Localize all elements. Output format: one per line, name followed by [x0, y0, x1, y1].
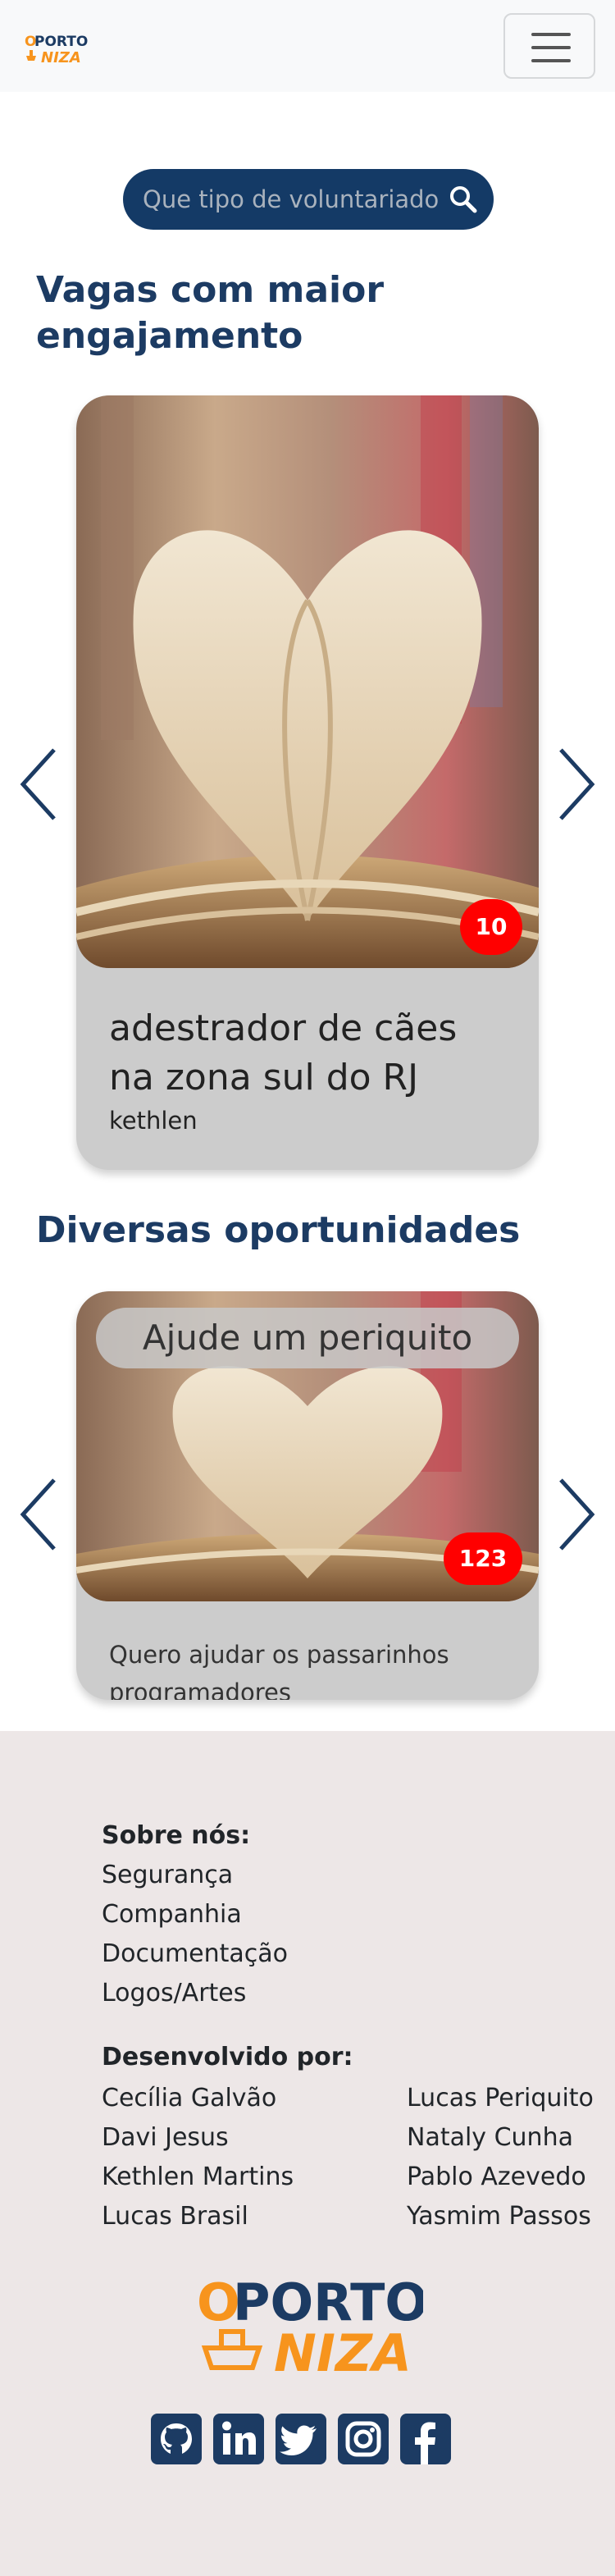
instagram-icon[interactable] — [338, 2414, 389, 2464]
developer-name: Davi Jesus — [102, 2123, 229, 2152]
search-input[interactable] — [143, 169, 446, 230]
opportunity-card[interactable]: 10 adestrador de cães na zona sul do RJ … — [76, 395, 539, 1170]
twitter-icon[interactable] — [276, 2414, 326, 2464]
footer-link[interactable]: Documentação — [102, 1939, 288, 1969]
opportunity-card[interactable]: Ajude um periquito 123 Quero ajudar os p… — [76, 1291, 539, 1700]
carousel-prev-icon[interactable] — [16, 743, 62, 825]
search-icon[interactable] — [448, 184, 479, 215]
about-heading: Sobre nós: — [102, 1821, 251, 1850]
engagement-section-title: Vagas com maior engajamento — [36, 269, 385, 357]
footer-link[interactable]: Logos/Artes — [102, 1979, 246, 2008]
search-bar — [123, 169, 494, 230]
footer-logo: O PORTO NIZA — [194, 2269, 428, 2383]
opportunity-count-badge: 123 — [444, 1532, 522, 1585]
brand-logo[interactable]: O PORTO NIZA — [23, 31, 100, 66]
carousel-prev-icon[interactable] — [16, 1473, 62, 1555]
hamburger-menu-icon — [531, 33, 571, 36]
carousel-next-icon[interactable] — [553, 743, 599, 825]
card-author: kethlen — [109, 1107, 198, 1135]
card-image — [76, 395, 539, 968]
linkedin-icon[interactable] — [213, 2414, 264, 2464]
github-icon[interactable] — [151, 2414, 202, 2464]
footer-link[interactable]: Companhia — [102, 1900, 242, 1930]
navbar: O PORTO NIZA — [0, 0, 615, 92]
developer-name: Cecília Galvão — [102, 2084, 277, 2112]
developer-name: Yasmim Passos — [407, 2202, 591, 2231]
svg-text:PORTO: PORTO — [34, 34, 88, 50]
developer-name: Lucas Periquito — [407, 2084, 594, 2112]
developer-name: Kethlen Martins — [102, 2163, 294, 2191]
card-title: adestrador de cães na zona sul do RJ — [109, 1007, 458, 1098]
facebook-icon[interactable] — [400, 2414, 451, 2464]
developers-heading: Desenvolvido por: — [102, 2043, 353, 2071]
card-description: Quero ajudar os passarinhos programadore… — [109, 1641, 449, 1700]
developer-name: Nataly Cunha — [407, 2123, 573, 2152]
svg-text:NIZA: NIZA — [41, 49, 81, 66]
menu-toggle-button[interactable] — [503, 13, 595, 79]
engagement-count-badge: 10 — [460, 899, 522, 955]
carousel-next-icon[interactable] — [553, 1473, 599, 1555]
footer-link[interactable]: Segurança — [102, 1861, 233, 1890]
card-title: Ajude um periquito — [142, 1318, 473, 1358]
opportunities-section-title: Diversas oportunidades — [36, 1209, 521, 1251]
svg-text:NIZA: NIZA — [274, 2323, 412, 2376]
developer-name: Lucas Brasil — [102, 2202, 248, 2231]
developer-name: Pablo Azevedo — [407, 2163, 586, 2191]
